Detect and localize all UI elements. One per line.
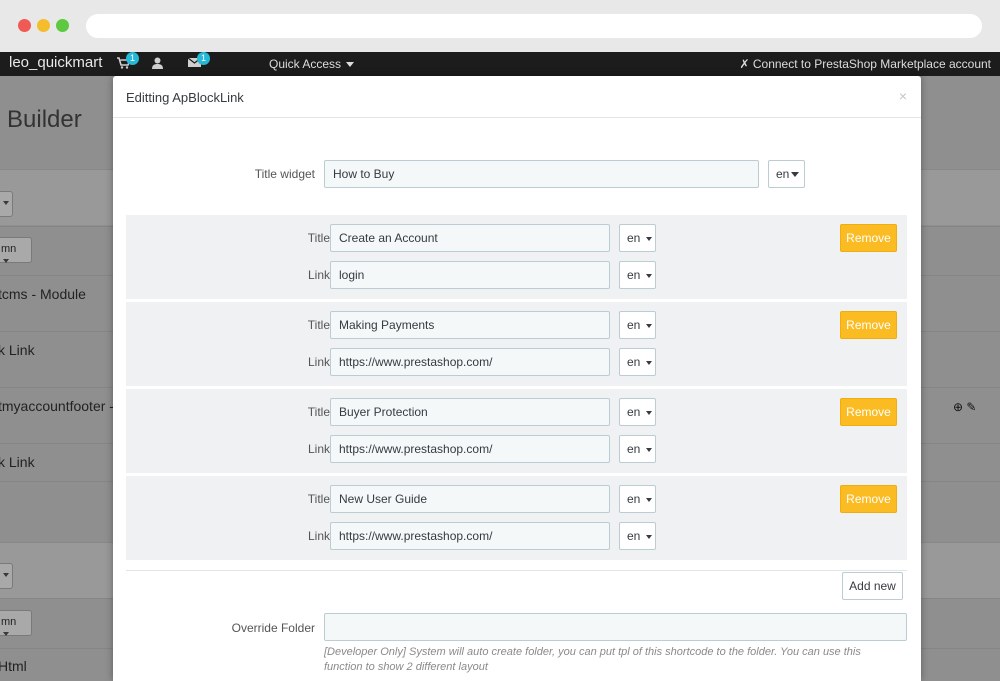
override-folder-help: [Developer Only] System will auto create…	[324, 646, 861, 673]
mail-icon[interactable]: 1	[187, 52, 210, 69]
add-new-button[interactable]: Add new	[842, 572, 903, 600]
link-group: Title en Remove Link en	[126, 389, 907, 473]
bg-row-text: k Link	[0, 454, 35, 470]
bg-row-text: k Link	[0, 342, 35, 358]
marketplace-connect-link[interactable]: ✗ Connect to PrestaShop Marketplace acco…	[739, 57, 991, 71]
chevron-down-icon	[645, 497, 652, 502]
link-label: Link	[307, 268, 330, 282]
link-url-input[interactable]	[330, 522, 610, 550]
link-lang-button[interactable]: en	[619, 261, 656, 289]
chevron-down-icon	[645, 273, 652, 278]
title-label: Title	[307, 492, 330, 506]
title-label: Title	[307, 405, 330, 419]
lang-label: en	[627, 318, 641, 332]
link-group: Title en Remove Link en	[126, 302, 907, 386]
lang-label: en	[627, 405, 641, 419]
quick-access-menu[interactable]: Quick Access	[269, 57, 355, 71]
lang-label: en	[627, 529, 641, 543]
add-icon[interactable]: ⊕	[953, 400, 963, 414]
title-lang-button[interactable]: en	[619, 485, 656, 513]
remove-button[interactable]: Remove	[840, 398, 897, 426]
lang-label: en	[627, 268, 641, 282]
link-lang-button[interactable]: en	[619, 348, 656, 376]
link-label: Link	[307, 355, 330, 369]
link-url-input[interactable]	[330, 348, 610, 376]
link-group: Title en Remove Link en	[126, 476, 907, 560]
remove-button[interactable]: Remove	[840, 485, 897, 513]
bg-row-text: Html	[0, 658, 27, 674]
chevron-down-icon	[645, 447, 652, 452]
cart-badge: 1	[126, 52, 139, 65]
bg-column-label: mn	[1, 243, 17, 255]
link-url-input[interactable]	[330, 435, 610, 463]
bg-column-button[interactable]: mn	[0, 237, 32, 264]
chevron-down-icon	[645, 534, 652, 539]
title-widget-lang-button[interactable]: en	[768, 160, 805, 188]
chevron-down-icon	[645, 410, 652, 415]
page-title: Builder	[7, 106, 82, 133]
mail-badge: 1	[197, 52, 210, 65]
chevron-down-icon	[346, 62, 355, 68]
link-title-input[interactable]	[330, 398, 610, 426]
chevron-down-icon	[645, 360, 652, 365]
link-title-input[interactable]	[330, 224, 610, 252]
lang-label: en	[627, 231, 641, 245]
title-widget-label: Title widget	[254, 167, 315, 181]
bg-row-actions[interactable]: ⊕ ✎	[953, 400, 976, 414]
lang-label: en	[627, 355, 641, 369]
link-url-input[interactable]	[330, 261, 610, 289]
quick-access-label: Quick Access	[269, 57, 342, 71]
window-zoom-dot[interactable]	[56, 19, 69, 32]
window-minimize-dot[interactable]	[37, 19, 50, 32]
admin-topbar: leo_quickmart 1 1 Quick Access ✗ Connect…	[0, 52, 1000, 76]
bg-column-label: mn	[1, 616, 17, 628]
title-widget-input[interactable]	[324, 160, 759, 188]
customer-icon[interactable]	[152, 57, 166, 69]
override-folder-label: Override Folder	[231, 621, 315, 635]
plug-icon: ✗	[739, 57, 750, 71]
chevron-down-icon	[645, 323, 652, 328]
chevron-down-icon	[645, 236, 652, 241]
title-label: Title	[307, 231, 330, 245]
bg-row-text: tmyaccountfooter -	[0, 398, 114, 414]
modal-header: Editting ApBlockLink ×	[113, 76, 921, 118]
link-title-input[interactable]	[330, 311, 610, 339]
lang-label: en	[776, 167, 790, 181]
remove-button[interactable]: Remove	[840, 224, 897, 252]
close-icon[interactable]: ×	[899, 88, 907, 104]
modal-title: Editting ApBlockLink	[126, 90, 244, 105]
title-label: Title	[307, 318, 330, 332]
lang-label: en	[627, 442, 641, 456]
marketplace-connect-label: Connect to PrestaShop Marketplace accoun…	[752, 57, 991, 71]
link-title-input[interactable]	[330, 485, 610, 513]
bg-dropdown-button[interactable]	[0, 563, 13, 589]
title-lang-button[interactable]: en	[619, 311, 656, 339]
shop-name[interactable]: leo_quickmart	[9, 54, 102, 71]
lang-label: en	[627, 492, 641, 506]
divider	[126, 570, 907, 571]
window-close-dot[interactable]	[18, 19, 31, 32]
bg-column-button[interactable]: mn	[0, 610, 32, 637]
title-lang-button[interactable]: en	[619, 398, 656, 426]
link-lang-button[interactable]: en	[619, 435, 656, 463]
link-label: Link	[307, 529, 330, 543]
link-label: Link	[307, 442, 330, 456]
title-lang-button[interactable]: en	[619, 224, 656, 252]
edit-block-link-modal: Editting ApBlockLink × Title widget en T…	[113, 76, 921, 681]
chevron-down-icon	[791, 172, 800, 178]
link-lang-button[interactable]: en	[619, 522, 656, 550]
cart-icon[interactable]: 1	[117, 52, 139, 69]
bg-dropdown-button[interactable]	[0, 191, 13, 217]
remove-button[interactable]: Remove	[840, 311, 897, 339]
browser-chrome	[0, 0, 1000, 52]
bg-row-text: tcms - Module	[0, 286, 86, 302]
link-group: Title en Remove Link en	[126, 215, 907, 299]
override-folder-input[interactable]	[324, 613, 907, 641]
edit-icon[interactable]: ✎	[966, 400, 976, 414]
address-bar[interactable]	[86, 14, 982, 38]
